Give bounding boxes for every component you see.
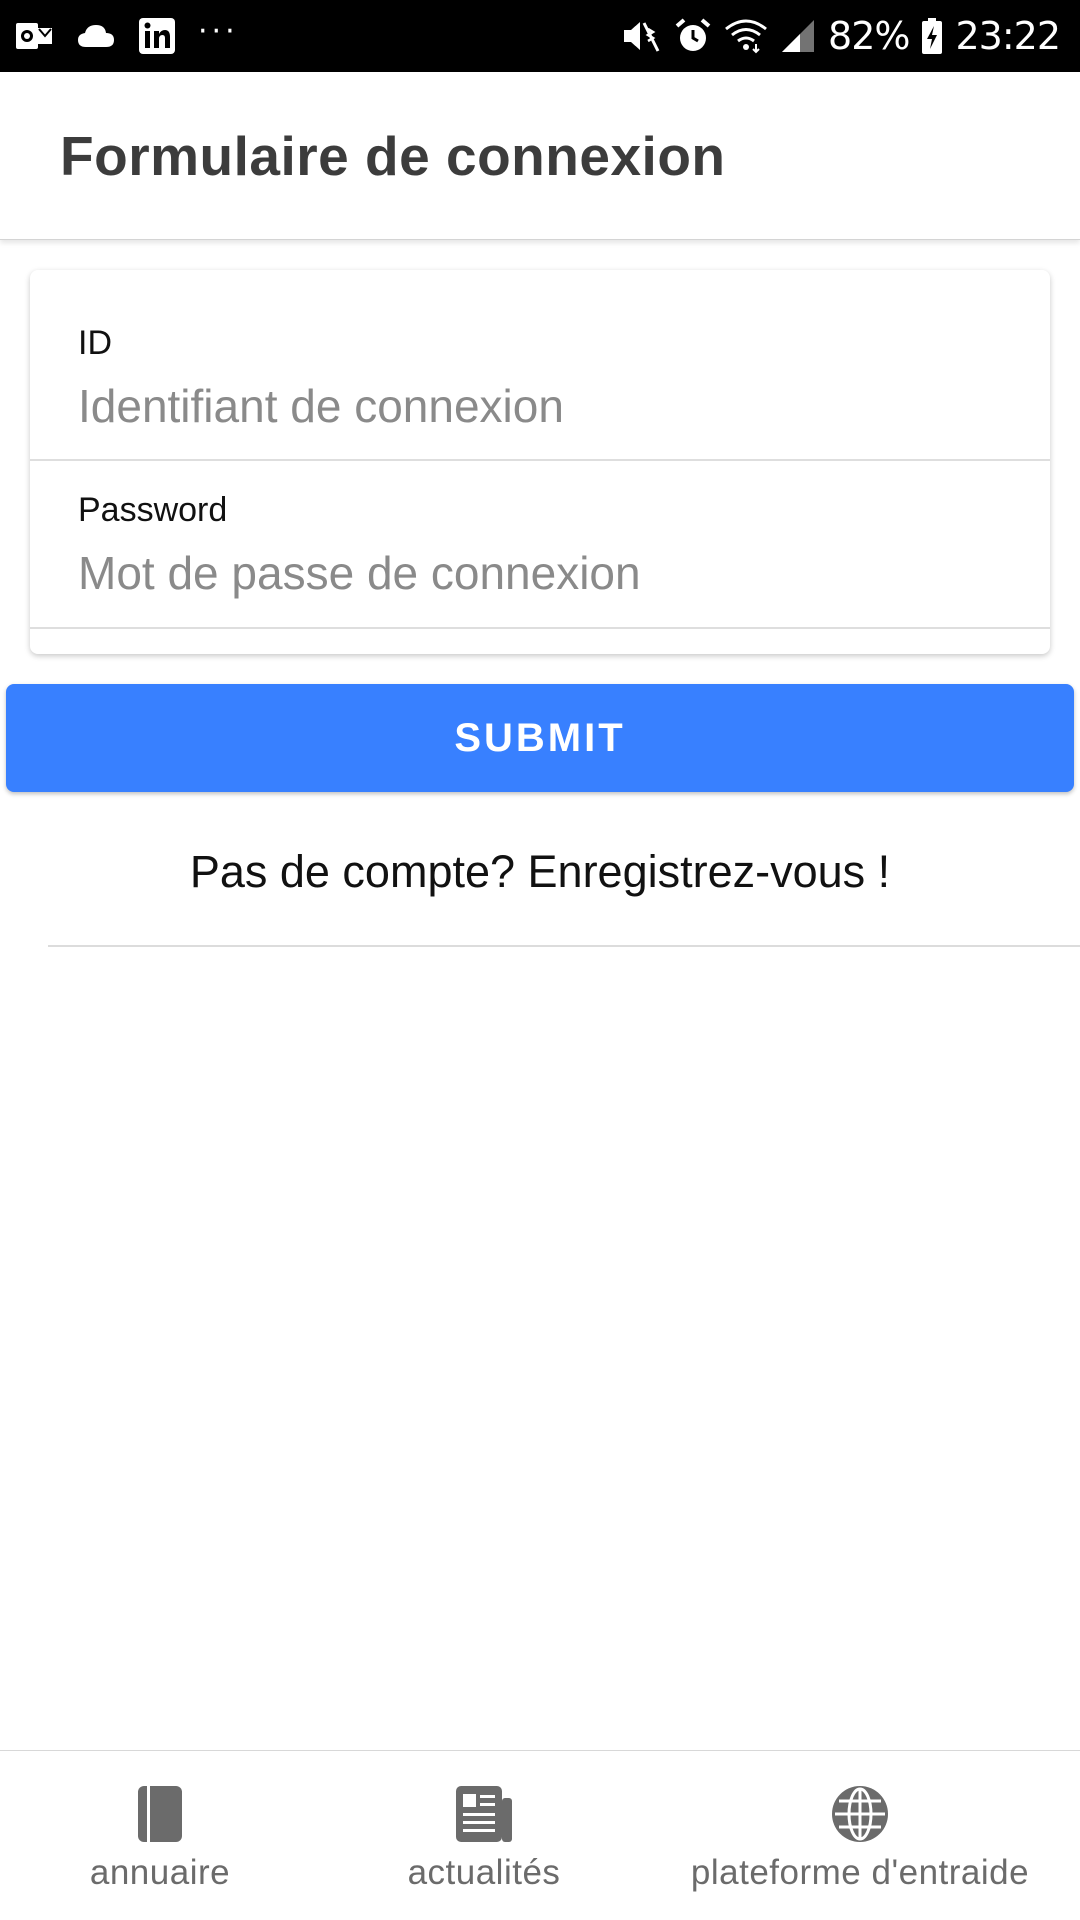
battery-charging-icon: [921, 17, 943, 55]
tab-annuaire-label: annuaire: [89, 1853, 231, 1892]
cloud-icon: [76, 23, 116, 49]
tab-annuaire[interactable]: annuaire: [40, 1751, 280, 1920]
book-icon: [136, 1783, 184, 1845]
outlook-icon: [14, 19, 54, 53]
more-notifications-indicator: ···: [198, 13, 239, 49]
tab-actualites[interactable]: actualités: [364, 1751, 604, 1920]
login-form-card: ID Password: [30, 270, 1050, 654]
submit-button[interactable]: SUBMIT: [6, 684, 1074, 792]
id-label: ID: [78, 324, 112, 362]
alarm-icon: [674, 17, 712, 55]
clock-time: 23:22: [955, 14, 1061, 58]
password-input[interactable]: [78, 543, 998, 603]
newspaper-icon: [454, 1783, 514, 1845]
vibrate-mute-icon: [620, 17, 662, 55]
tab-plateforme-label: plateforme d'entraide: [690, 1853, 1030, 1892]
status-bar: ··· 82% 23:22: [0, 0, 1080, 72]
tab-actualites-label: actualités: [407, 1853, 561, 1892]
page-title: Formulaire de connexion: [60, 125, 726, 187]
battery-percent: 82%: [828, 14, 910, 58]
tab-plateforme-entraide[interactable]: plateforme d'entraide: [660, 1751, 1060, 1920]
password-field: Password: [30, 461, 1050, 629]
divider: [48, 945, 1080, 947]
signal-icon: [780, 19, 816, 53]
password-label: Password: [78, 491, 228, 529]
status-bar-system: 82% 23:22: [620, 0, 1061, 72]
register-link[interactable]: Pas de compte? Enregistrez-vous !: [0, 846, 1080, 898]
wifi-icon: [724, 18, 768, 54]
status-bar-notifications: ···: [14, 0, 239, 72]
globe-icon: [830, 1783, 890, 1845]
app-header: Formulaire de connexion: [0, 72, 1080, 240]
id-input[interactable]: [78, 376, 998, 436]
linkedin-icon: [138, 17, 176, 55]
id-field: ID: [30, 270, 1050, 461]
bottom-tab-bar: annuaire actualités plateforme d'entraid…: [0, 1750, 1080, 1920]
